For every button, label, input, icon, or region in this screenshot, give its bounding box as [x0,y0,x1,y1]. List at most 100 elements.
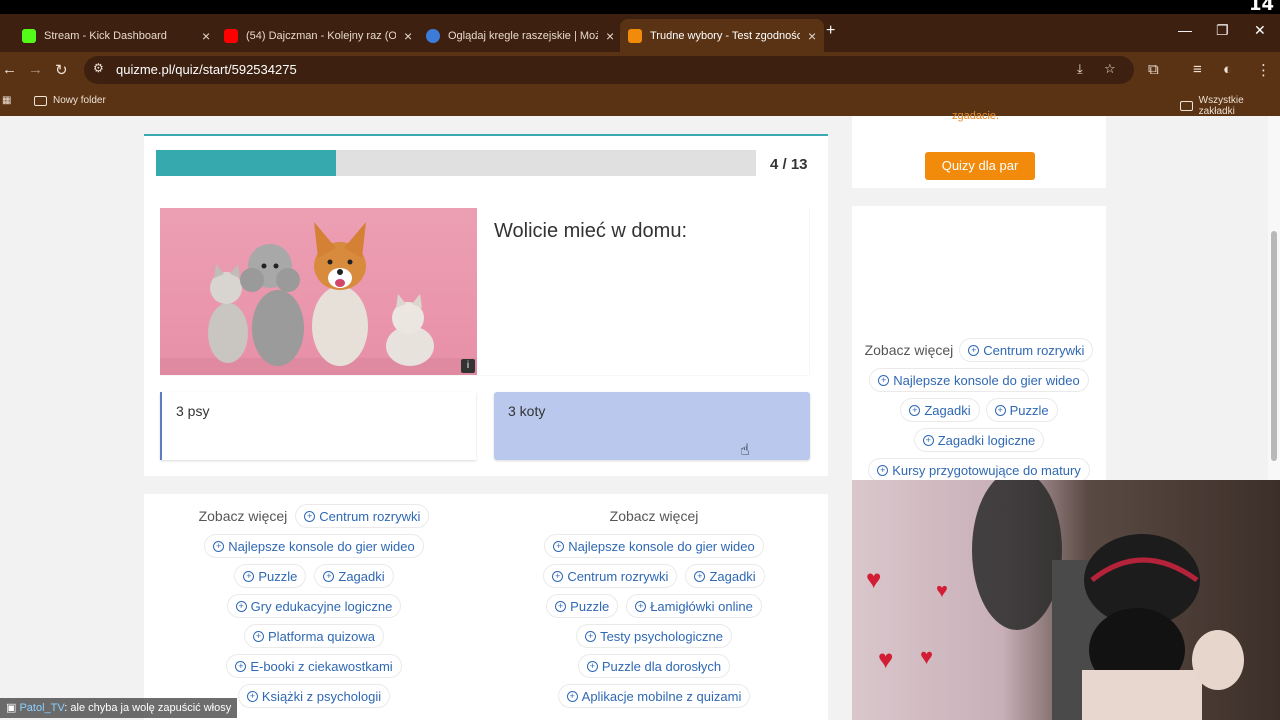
plus-circle-icon: + [323,570,335,582]
chip-label: Puzzle [570,598,610,614]
reload-icon[interactable]: ↻ [55,61,68,79]
site-icon [426,28,440,43]
tab-kregle[interactable]: Oglądaj kregle raszejskie | Możliwość × [418,19,622,52]
tab-kick[interactable]: Stream - Kick Dashboard × [14,19,218,52]
plus-circle-icon: + [304,510,316,522]
star-icon[interactable]: ☆ [1104,61,1116,77]
chip-label: Testy psychologiczne [600,628,723,644]
see-more-label: Zobacz więcej [609,508,699,524]
plus-circle-icon: + [878,374,890,386]
chip-label: Zagadki logiczne [937,432,1036,448]
tab-title: Trudne wybory - Test zgodności dla p [650,29,800,42]
link-chip[interactable]: + Puzzle [234,564,307,588]
chip-label: Zagadki [338,568,385,584]
url-field[interactable]: ⚙ quizme.pl/quiz/start/592534275 ⤓ ☆ [84,56,1134,84]
see-more-right: Zobacz więcej + Najlepsze konsole do gier… [484,504,824,714]
link-chip[interactable]: + Gry edukacyjne logiczne [226,594,402,618]
minimize-icon[interactable]: — [1178,22,1192,38]
link-chip[interactable]: + Platforma quizowa [244,624,384,648]
url-text[interactable]: quizme.pl/quiz/start/592534275 [116,62,297,77]
close-window-icon[interactable]: ✕ [1254,22,1266,39]
top-strip: 14 [0,0,1280,15]
close-icon[interactable]: × [808,28,816,44]
close-icon[interactable]: × [404,28,412,44]
stream-chat-message: ▣ Patol_TV: ale chyba ja wolę zapuścić w… [0,698,238,718]
link-chip[interactable]: + E-booki z ciekawostkami [226,654,402,678]
plus-circle-icon: + [253,630,265,642]
maximize-icon[interactable]: ❐ [1216,22,1229,39]
plus-circle-icon: + [909,404,921,416]
close-icon[interactable]: × [202,28,210,44]
answer-label: 3 psy [176,403,210,419]
quizme-icon [628,28,642,43]
media-icon[interactable]: ≡ [1193,61,1202,78]
chip-label: Kursy przygotowujące do matury [892,462,1081,478]
tab-quiz[interactable]: Trudne wybory - Test zgodności dla p × [620,19,825,52]
chip-label: Puzzle [258,568,298,584]
scroll-thumb[interactable] [1271,231,1277,461]
info-icon[interactable]: i [461,359,475,373]
plus-circle-icon: + [877,464,889,476]
forward-icon[interactable]: → [28,61,43,78]
plus-circle-icon: + [553,540,565,552]
see-more-label: Zobacz więcej [864,342,954,358]
link-chip[interactable]: + Zagadki logiczne [913,428,1045,452]
chip-label: Puzzle dla dorosłych [601,658,722,674]
chip-label: Książki z psychologii [261,688,382,704]
all-bookmarks[interactable]: Wszystkie zakładki [1180,95,1280,117]
see-more-left: Zobacz więcej + Centrum rozrywki + Najleps… [144,504,484,714]
answer-label: 3 koty [508,403,546,419]
tab-youtube[interactable]: (54) Dajczman - Kolejny raz (Official V … [216,19,420,52]
link-chip[interactable]: + Łamigłówki online [626,594,762,618]
chat-badge-icon: ▣ [6,702,20,714]
progress-fill [156,150,336,176]
link-chip[interactable]: + Puzzle dla dorosłych [577,654,731,678]
link-chip[interactable]: + Zagadki [900,398,980,422]
link-chip[interactable]: + Książki z psychologii [237,684,391,708]
tab-title: Stream - Kick Dashboard [44,29,167,42]
question-box: i Wolicie mieć w domu: [160,208,810,376]
link-chip[interactable]: + Zagadki [685,564,765,588]
see-more-section: Zobacz więcej + Centrum rozrywki + Najleps… [144,494,828,720]
apps-icon[interactable]: ▦ [2,95,11,106]
question-text-panel: Wolicie mieć w domu: [477,208,809,375]
site-info-icon[interactable]: ⚙ [93,61,104,75]
answer-option-2[interactable]: 3 koty [494,392,810,460]
plus-circle-icon: + [213,540,225,552]
plus-circle-icon: + [635,600,647,612]
new-tab-button[interactable]: + [826,22,835,40]
webcam-overlay: ♥ ♥ ♥ ♥ [852,480,1280,720]
link-chip[interactable]: + Puzzle [985,398,1058,422]
back-icon[interactable]: ← [2,61,17,78]
chip-label: Centrum rozrywki [567,568,669,584]
link-chip[interactable]: + Najlepsze konsole do gier wideo [204,534,424,558]
close-icon[interactable]: × [606,28,614,44]
see-more-label: Zobacz więcej [198,508,288,524]
profile-icon[interactable]: ◐ [1223,61,1232,78]
install-icon[interactable]: ⤓ [1077,61,1083,77]
plus-circle-icon: + [994,404,1006,416]
link-chip[interactable]: + Puzzle [546,594,619,618]
plus-circle-icon: + [968,344,980,356]
couples-quiz-button[interactable]: Quizy dla par [925,152,1035,180]
tab-bar: Stream - Kick Dashboard × (54) Dajczman … [0,14,1280,52]
chip-label: Platforma quizowa [268,628,375,644]
answer-option-1[interactable]: 3 psy [160,392,476,460]
link-chip[interactable]: + Aplikacje mobilne z quizami [557,684,751,708]
corner-number: 14 [1248,0,1274,15]
bookmarks-bar: ▦ Nowy folder Wszystkie zakładki [0,88,1280,117]
link-chip[interactable]: + Najlepsze konsole do gier wideo [869,368,1089,392]
chip-label: Najlepsze konsole do gier wideo [893,372,1080,388]
menu-icon[interactable]: ⋮ [1256,61,1271,79]
bookmark-folder[interactable]: Nowy folder [34,95,106,106]
link-chip[interactable]: + Testy psychologiczne [576,624,732,648]
link-chip[interactable]: + Centrum rozrywki [959,338,1094,362]
plus-circle-icon: + [235,600,247,612]
link-chip[interactable]: + Centrum rozrywki [543,564,678,588]
link-chip[interactable]: + Centrum rozrywki [295,504,430,528]
link-chip[interactable]: + Zagadki [314,564,394,588]
link-chip[interactable]: + Kursy przygotowujące do matury [868,458,1090,482]
extensions-icon[interactable]: ⧉ [1148,61,1159,78]
link-chip[interactable]: + Najlepsze konsole do gier wideo [544,534,764,558]
address-bar: ← → ↻ ⚙ quizme.pl/quiz/start/592534275 ⤓… [0,52,1280,88]
